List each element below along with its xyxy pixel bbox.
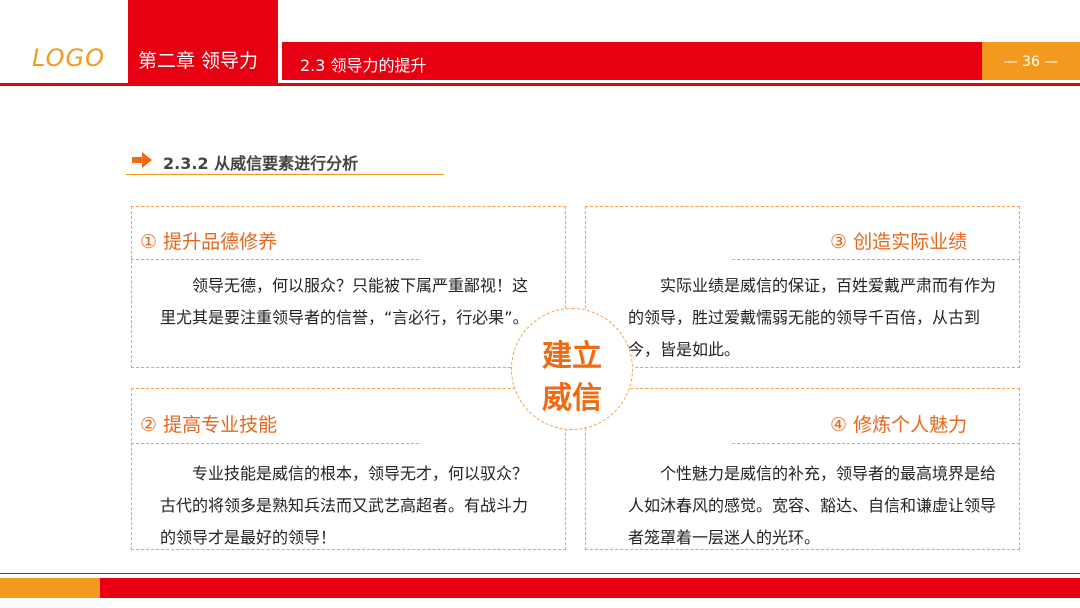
card-skill-body: 专业技能是威信的根本，领导无才，何以驭众？古代的将领多是熟知兵法而又武艺高超者。… xyxy=(160,464,529,547)
footer-red-bar xyxy=(100,578,1080,598)
subsection-title: 2.3.2 从威信要素进行分析 xyxy=(163,154,359,173)
logo: LOGO xyxy=(32,44,106,72)
card-moral-rule xyxy=(131,259,419,260)
card-performance-body: 实际业绩是威信的保证，百姓爱戴严肃而有作为的领导，胜过爱戴懦弱无能的领导千百倍，… xyxy=(628,276,997,359)
page-number: — 36 — xyxy=(1003,54,1059,70)
footer-rule xyxy=(0,573,1080,574)
subsection-underline xyxy=(126,174,444,175)
card-skill-title: ② 提高专业技能 xyxy=(140,414,278,436)
card-performance-title: ③ 创造实际业绩 xyxy=(830,231,968,253)
section-title: 2.3 领导力的提升 xyxy=(300,56,427,75)
card-performance-rule xyxy=(732,259,1020,260)
center-label: 建立 威信 xyxy=(511,336,633,420)
card-charisma-rule xyxy=(732,443,1020,444)
card-skill-rule xyxy=(131,443,419,444)
header-divider xyxy=(0,83,1080,86)
chapter-title: 第二章 领导力 xyxy=(138,50,259,72)
center-label-line1: 建立 xyxy=(542,339,602,374)
card-charisma-body: 个性魅力是威信的补充，领导者的最高境界是给人如沐春风的感觉。宽容、豁达、自信和谦… xyxy=(628,464,997,547)
card-moral-body: 领导无德，何以服众？只能被下属严重鄙视！这里尤其是要注重领导者的信誉，“言必行，… xyxy=(160,276,529,327)
arrow-right-icon xyxy=(132,152,152,168)
center-label-line2: 威信 xyxy=(542,381,602,416)
card-charisma-title: ④ 修炼个人魅力 xyxy=(830,414,968,436)
card-moral-title: ① 提升品德修养 xyxy=(140,231,278,253)
footer-orange-bar xyxy=(0,578,100,598)
